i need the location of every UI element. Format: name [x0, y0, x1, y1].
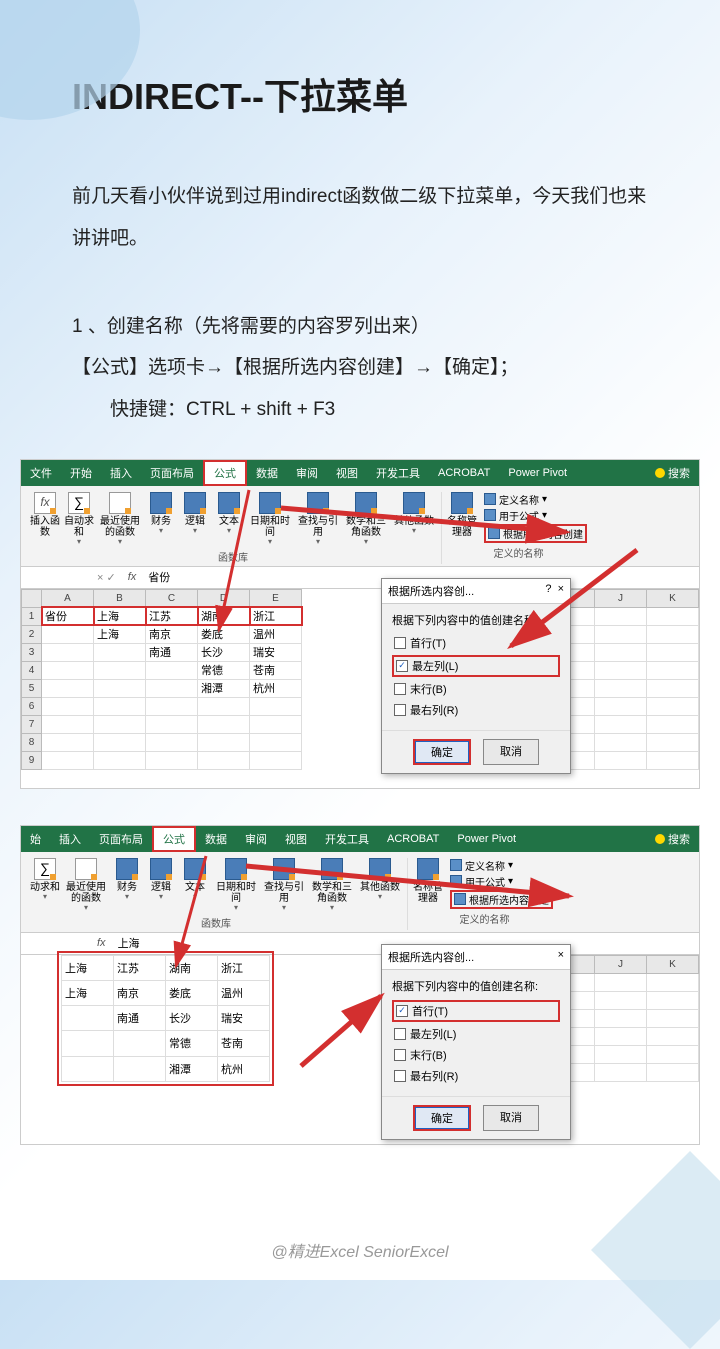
recent-button[interactable]: 最近使用的函数▾	[97, 492, 143, 547]
define-name-button[interactable]: 定义名称 ▾	[450, 858, 553, 873]
left-col-checkbox[interactable]: ✓最左列(L)	[392, 655, 560, 677]
tab-powerpivot[interactable]: Power Pivot	[448, 826, 525, 852]
math-button[interactable]: 数学和三角函数▾	[343, 492, 389, 547]
tab-file[interactable]: 文件	[21, 460, 61, 486]
tab-review[interactable]: 审阅	[236, 826, 276, 852]
dialog-help-icon[interactable]: ?	[545, 583, 551, 595]
insert-function-button[interactable]: fx插入函数	[29, 492, 61, 538]
top-row-checkbox[interactable]: ✓首行(T)	[392, 1000, 560, 1022]
other-fn-button[interactable]: 其他函数▾	[357, 858, 403, 902]
search-box[interactable]: 搜索	[646, 826, 699, 852]
use-in-formula-button[interactable]: 用于公式 ▾	[484, 508, 587, 523]
lookup-button[interactable]: 查找与引用▾	[295, 492, 341, 547]
tab-powerpivot[interactable]: Power Pivot	[499, 460, 576, 486]
fx-icon[interactable]: fx	[91, 937, 112, 949]
tab-layout[interactable]: 页面布局	[141, 460, 203, 486]
tab-formulas[interactable]: 公式	[203, 460, 247, 486]
dialog-close-icon[interactable]: ×	[558, 949, 564, 965]
tab-acrobat[interactable]: ACROBAT	[429, 460, 499, 486]
tab-view[interactable]: 视图	[327, 460, 367, 486]
ok-button[interactable]: 确定	[413, 1105, 471, 1131]
tab-review[interactable]: 审阅	[287, 460, 327, 486]
tab-view[interactable]: 视图	[276, 826, 316, 852]
bottom-row-checkbox[interactable]: 末行(B)	[392, 680, 560, 698]
logic-button[interactable]: 逻辑▾	[145, 858, 177, 902]
tab-data[interactable]: 数据	[196, 826, 236, 852]
lookup-button[interactable]: 查找与引用▾	[261, 858, 307, 913]
function-library-label: 函数库	[29, 549, 437, 564]
tab-home[interactable]: 开始	[61, 460, 101, 486]
recent-button[interactable]: 最近使用的函数▾	[63, 858, 109, 913]
step-1: 1 、创建名称（先将需要的内容罗列出来） 【公式】选项卡→【根据所选内容创建】→…	[72, 306, 648, 431]
autosum-button[interactable]: ∑自动求和▾	[63, 492, 95, 547]
defined-names-label: 定义的名称	[446, 545, 591, 560]
excel-screenshot-2: 始 插入 页面布局 公式 数据 审阅 视图 开发工具 ACROBAT Power…	[20, 825, 700, 1145]
text-button[interactable]: 文本▾	[179, 858, 211, 902]
tab-home[interactable]: 始	[21, 826, 50, 852]
finance-button[interactable]: 财务▾	[145, 492, 177, 536]
dialog-prompt: 根据下列内容中的值创建名称:	[392, 978, 560, 994]
name-manager-button[interactable]: 名称管理器	[412, 858, 444, 904]
ok-button[interactable]: 确定	[413, 739, 471, 765]
math-button[interactable]: 数学和三角函数▾	[309, 858, 355, 913]
tab-dev[interactable]: 开发工具	[367, 460, 429, 486]
tab-dev[interactable]: 开发工具	[316, 826, 378, 852]
datetime-button[interactable]: 日期和时间▾	[247, 492, 293, 547]
tab-insert[interactable]: 插入	[101, 460, 141, 486]
bottom-row-checkbox[interactable]: 末行(B)	[392, 1046, 560, 1064]
right-col-checkbox[interactable]: 最右列(R)	[392, 1067, 560, 1085]
left-col-checkbox[interactable]: 最左列(L)	[392, 1025, 560, 1043]
formula-buttons[interactable]: × ✓	[91, 571, 122, 584]
dialog-close-icon[interactable]: ×	[558, 583, 564, 595]
tab-layout[interactable]: 页面布局	[90, 826, 152, 852]
create-from-selection-button[interactable]: 根据所选内容创建	[450, 890, 553, 909]
page-title: INDIRECT--下拉菜单	[72, 68, 648, 120]
fx-icon[interactable]: fx	[122, 571, 143, 583]
bulb-icon	[655, 468, 665, 478]
bulb-icon	[655, 834, 665, 844]
tab-insert[interactable]: 插入	[50, 826, 90, 852]
right-col-checkbox[interactable]: 最右列(R)	[392, 701, 560, 719]
top-row-checkbox[interactable]: 首行(T)	[392, 634, 560, 652]
cancel-button[interactable]: 取消	[483, 739, 539, 765]
tab-data[interactable]: 数据	[247, 460, 287, 486]
cancel-button[interactable]: 取消	[483, 1105, 539, 1131]
create-names-dialog: 根据所选内容创...× 根据下列内容中的值创建名称: ✓首行(T) 最左列(L)…	[381, 944, 571, 1140]
spreadsheet-grid[interactable]: ABCDE 1省份上海江苏湖南浙江 2上海南京娄底温州 3南通长沙瑞安 4常德苍…	[21, 589, 302, 770]
tab-formulas[interactable]: 公式	[152, 826, 196, 852]
dialog-prompt: 根据下列内容中的值创建名称:	[392, 612, 560, 628]
name-manager-button[interactable]: 名称管理器	[446, 492, 478, 538]
intro-text: 前几天看小伙伴说到过用indirect函数做二级下拉菜单，今天我们也来讲讲吧。	[72, 176, 648, 260]
excel-screenshot-1: 文件 开始 插入 页面布局 公式 数据 审阅 视图 开发工具 ACROBAT P…	[20, 459, 700, 789]
use-in-formula-button[interactable]: 用于公式 ▾	[450, 874, 553, 889]
text-button[interactable]: 文本▾	[213, 492, 245, 536]
other-fn-button[interactable]: 其他函数▾	[391, 492, 437, 536]
create-names-dialog: 根据所选内容创...? × 根据下列内容中的值创建名称: 首行(T) ✓最左列(…	[381, 578, 571, 774]
finance-button[interactable]: 财务▾	[111, 858, 143, 902]
formula-bar[interactable]: 省份	[142, 569, 176, 585]
spreadsheet-grid[interactable]: 上海江苏湖南浙江 上海南京娄底温州 南通长沙瑞安 常德苍南 湘潭杭州	[61, 955, 270, 1082]
autosum-button[interactable]: ∑动求和▾	[29, 858, 61, 902]
footer-credit: @精进Excel SeniorExcel	[0, 1238, 720, 1262]
define-name-button[interactable]: 定义名称 ▾	[484, 492, 587, 507]
create-from-selection-button[interactable]: 根据所选内容创建	[484, 524, 587, 543]
logic-button[interactable]: 逻辑▾	[179, 492, 211, 536]
tab-acrobat[interactable]: ACROBAT	[378, 826, 448, 852]
formula-bar[interactable]: 上海	[112, 935, 146, 951]
datetime-button[interactable]: 日期和时间▾	[213, 858, 259, 913]
search-box[interactable]: 搜索	[646, 460, 699, 486]
